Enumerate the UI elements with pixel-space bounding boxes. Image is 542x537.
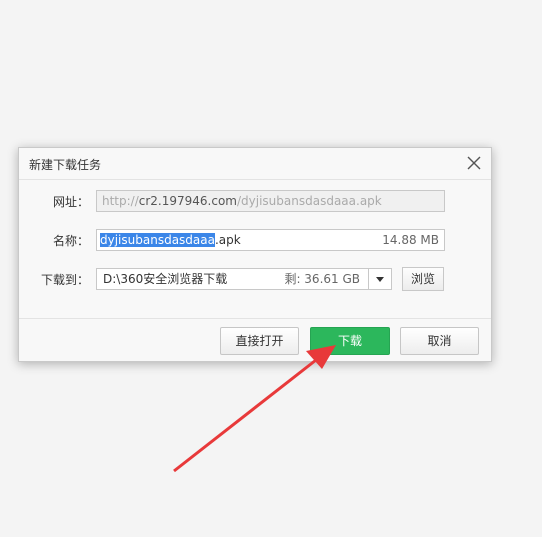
filename-extension: .apk <box>214 233 241 247</box>
filename-input[interactable]: dyjisubansdasdaaa.apk 14.88 MB <box>96 229 445 251</box>
save-path-value: D:\360安全浏览器下载 <box>103 272 228 286</box>
browse-button[interactable]: 浏览 <box>402 267 444 291</box>
url-label: 网址： <box>52 195 89 209</box>
url-host: cr2.197946.com <box>138 194 237 208</box>
url-field[interactable]: http://cr2.197946.com/dyjisubansdasdaaa.… <box>96 190 445 212</box>
new-download-dialog: 新建下载任务 网址： http://cr2.197946.com/dyjisub… <box>18 147 492 362</box>
dialog-titlebar: 新建下载任务 <box>19 148 491 180</box>
chevron-down-icon <box>376 277 384 282</box>
title-divider <box>19 179 491 180</box>
close-icon[interactable] <box>465 154 483 172</box>
path-label: 下载到： <box>40 273 89 287</box>
filename-selected-text: dyjisubansdasdaaa <box>100 233 215 247</box>
open-directly-button[interactable]: 直接打开 <box>220 327 299 355</box>
save-path-field[interactable]: D:\360安全浏览器下载 剩: 36.61 GB <box>96 268 369 290</box>
name-label: 名称： <box>52 234 89 248</box>
url-prefix: http:// <box>102 194 139 208</box>
dialog-title: 新建下载任务 <box>29 158 102 172</box>
free-space: 剩: 36.61 GB <box>284 272 360 286</box>
path-dropdown-button[interactable] <box>368 268 392 290</box>
url-path: /dyjisubansdasdaaa.apk <box>237 194 382 208</box>
file-size: 14.88 MB <box>382 233 439 247</box>
cancel-button[interactable]: 取消 <box>400 327 479 355</box>
download-button[interactable]: 下载 <box>310 327 390 355</box>
footer-divider <box>19 318 491 319</box>
